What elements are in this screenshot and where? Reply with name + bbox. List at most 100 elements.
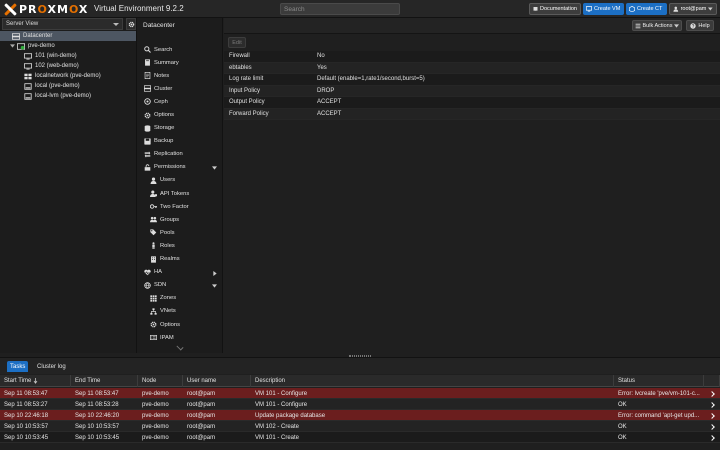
search-input[interactable] bbox=[280, 3, 400, 15]
tree-item-label: localnetwork (pve-demo) bbox=[35, 73, 101, 79]
table-row[interactable]: Sep 11 08:53:47 Sep 11 08:53:47 pve-demo… bbox=[0, 388, 720, 399]
tree-item-label: local-lvm (pve-demo) bbox=[35, 93, 92, 99]
tree-settings-button[interactable] bbox=[126, 18, 136, 30]
resource-tree-panel: Server View Datacenter pve-demo 101 (win… bbox=[0, 18, 137, 353]
tree-item-vm-101[interactable]: 101 (win-demo) bbox=[0, 51, 136, 61]
proxmox-logo[interactable]: PROXMOX bbox=[4, 2, 88, 16]
help-label: Help bbox=[698, 22, 710, 29]
nav-item-replication[interactable]: Replication bbox=[137, 148, 223, 161]
open-task-button[interactable] bbox=[704, 432, 720, 443]
nav-item-backup[interactable]: Backup bbox=[137, 135, 223, 148]
main-content: Bulk Actions Help Edit Firewall No ebtabl… bbox=[224, 18, 720, 353]
cell-end-time: Sep 10 10:53:45 bbox=[75, 434, 120, 441]
tree-item-label: 101 (win-demo) bbox=[35, 53, 77, 59]
column-header-start-time[interactable]: Start Time bbox=[0, 375, 71, 387]
scroll-down-indicator[interactable] bbox=[176, 343, 184, 351]
open-task-button[interactable] bbox=[704, 410, 720, 421]
tree-item-node[interactable]: pve-demo bbox=[0, 41, 136, 51]
nav-item-roles[interactable]: Roles bbox=[137, 239, 223, 252]
nav-item-sdn-options[interactable]: Options bbox=[137, 318, 223, 331]
open-task-button[interactable] bbox=[704, 399, 720, 410]
cell-status: Error: command 'apt-get upd... bbox=[618, 412, 700, 419]
option-row[interactable]: Forward Policy ACCEPT bbox=[224, 108, 720, 120]
nav-item-search[interactable]: Search bbox=[137, 43, 223, 56]
option-key: Firewall bbox=[229, 53, 250, 60]
option-row[interactable]: Log rate limit Default (enable=1,rate1/se… bbox=[224, 74, 720, 86]
cell-description: VM 102 - Create bbox=[255, 423, 300, 430]
nav-item-ha[interactable]: HA bbox=[137, 266, 223, 279]
column-header-description[interactable]: Description bbox=[251, 375, 614, 387]
bulk-actions-button[interactable]: Bulk Actions bbox=[632, 20, 682, 31]
open-task-button[interactable] bbox=[704, 388, 720, 399]
option-row[interactable]: Firewall No bbox=[224, 51, 720, 63]
nav-item-summary[interactable]: Summary bbox=[137, 56, 223, 69]
tasks-table-body: Sep 11 08:53:47 Sep 11 08:53:47 pve-demo… bbox=[0, 388, 720, 443]
tree-item-storage-local-lvm[interactable]: local-lvm (pve-demo) bbox=[0, 91, 136, 101]
nav-item-pools[interactable]: Pools bbox=[137, 226, 223, 239]
server-icon bbox=[12, 32, 20, 40]
view-selector[interactable]: Server View bbox=[2, 18, 123, 30]
sdn-icon bbox=[144, 282, 151, 289]
tree-item-vm-102[interactable]: 102 (web-demo) bbox=[0, 61, 136, 71]
caret-down-icon bbox=[10, 44, 15, 48]
caret-down-icon[interactable] bbox=[212, 284, 217, 288]
create-vm-button[interactable]: Create VM bbox=[583, 3, 624, 15]
table-row[interactable]: Sep 10 10:53:45 Sep 10 10:53:45 pve-demo… bbox=[0, 432, 720, 443]
nav-item-vnets[interactable]: VNets bbox=[137, 305, 223, 318]
cell-node: pve-demo bbox=[142, 390, 169, 397]
column-header-end-time[interactable]: End Time bbox=[71, 375, 138, 387]
tree-item-datacenter[interactable]: Datacenter bbox=[0, 31, 136, 41]
datacenter-menu: Search Summary Notes Cluster Ceph Option… bbox=[137, 43, 223, 344]
cell-user: root@pam bbox=[187, 423, 216, 430]
chevron-right-icon bbox=[709, 390, 715, 397]
edit-button[interactable]: Edit bbox=[228, 37, 246, 48]
option-key: ebtables bbox=[229, 64, 252, 71]
nav-item-sdn[interactable]: SDN bbox=[137, 279, 223, 292]
nav-item-options[interactable]: Options bbox=[137, 108, 223, 121]
caret-down-icon[interactable] bbox=[212, 166, 217, 170]
content-header: Bulk Actions Help bbox=[224, 18, 720, 34]
documentation-button[interactable]: Documentation bbox=[529, 3, 581, 15]
tab-tasks[interactable]: Tasks bbox=[7, 361, 29, 372]
create-ct-button[interactable]: Create CT bbox=[626, 3, 667, 15]
column-header-user-name[interactable]: User name bbox=[183, 375, 251, 387]
tab-cluster-log[interactable]: Cluster log bbox=[34, 361, 69, 372]
nav-item-permissions[interactable]: Permissions bbox=[137, 161, 223, 174]
nav-item-storage[interactable]: Storage bbox=[137, 122, 223, 135]
nav-item-groups[interactable]: Groups bbox=[137, 213, 223, 226]
user-icon bbox=[673, 6, 679, 12]
nav-item-label: Search bbox=[154, 46, 173, 53]
create-ct-label: Create CT bbox=[637, 6, 663, 12]
options-toolbar: Edit bbox=[224, 35, 720, 50]
option-row[interactable]: ebtables Yes bbox=[224, 62, 720, 74]
nav-item-zones[interactable]: Zones bbox=[137, 292, 223, 305]
nav-item-two-factor[interactable]: Two Factor bbox=[137, 200, 223, 213]
heartbeat-icon bbox=[144, 269, 151, 275]
nav-item-notes[interactable]: Notes bbox=[137, 69, 223, 82]
option-row[interactable]: Output Policy ACCEPT bbox=[224, 97, 720, 109]
column-header-node[interactable]: Node bbox=[138, 375, 183, 387]
column-header-status[interactable]: Status bbox=[614, 375, 704, 387]
cell-end-time: Sep 11 08:53:28 bbox=[75, 401, 119, 408]
nav-item-label: Realms bbox=[160, 256, 180, 263]
nav-item-cluster[interactable]: Cluster bbox=[137, 82, 223, 95]
storage-icon bbox=[24, 92, 32, 100]
nav-item-ipam[interactable]: IPAM bbox=[137, 331, 223, 344]
tree-item-localnetwork[interactable]: localnetwork (pve-demo) bbox=[0, 71, 136, 81]
cell-description: Update package database bbox=[255, 412, 326, 419]
nav-item-ceph[interactable]: Ceph bbox=[137, 95, 223, 108]
tree-item-storage-local[interactable]: local (pve-demo) bbox=[0, 81, 136, 91]
caret-right-icon[interactable] bbox=[213, 270, 217, 276]
table-row[interactable]: Sep 10 22:46:18 Sep 10 22:46:20 pve-demo… bbox=[0, 410, 720, 421]
table-row[interactable]: Sep 10 10:53:57 Sep 10 10:53:57 pve-demo… bbox=[0, 421, 720, 432]
nav-item-api-tokens[interactable]: API Tokens bbox=[137, 187, 223, 200]
option-row[interactable]: Input Policy DROP bbox=[224, 85, 720, 97]
user-menu-button[interactable]: root@pam bbox=[669, 3, 717, 15]
cell-start-time: Sep 10 22:46:18 bbox=[4, 412, 49, 419]
help-button[interactable]: Help bbox=[686, 20, 714, 31]
table-row[interactable]: Sep 11 08:53:27 Sep 11 08:53:28 pve-demo… bbox=[0, 399, 720, 410]
ceph-icon bbox=[144, 98, 151, 106]
open-task-button[interactable] bbox=[704, 421, 720, 432]
nav-item-users[interactable]: Users bbox=[137, 174, 223, 187]
nav-item-realms[interactable]: Realms bbox=[137, 253, 223, 266]
